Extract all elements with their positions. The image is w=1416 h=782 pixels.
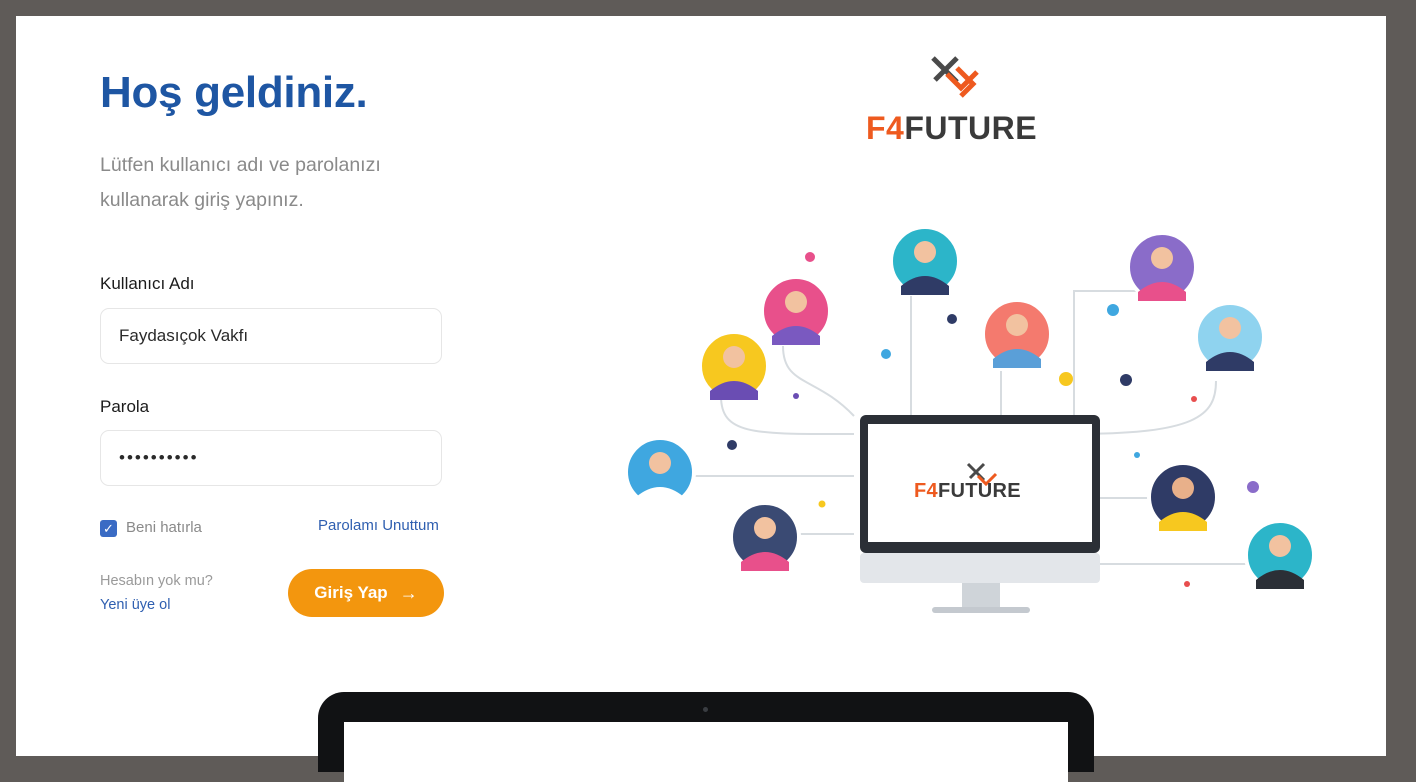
remember-me-checkbox[interactable]: ✓ — [100, 520, 117, 537]
username-label: Kullanıcı Adı — [100, 274, 195, 293]
remember-me-label: Beni hatırla — [126, 519, 202, 536]
network-illustration — [624, 225, 1316, 613]
brand-logo-suffix: FUTURE — [904, 110, 1038, 146]
laptop-bezel — [318, 692, 1094, 782]
monitor-logo-text: F4FUTURE — [914, 480, 1021, 503]
monitor-logo-suffix: FUTURE — [937, 480, 1021, 502]
check-icon: ✓ — [103, 521, 114, 536]
login-button[interactable]: Giriş Yap → — [288, 569, 444, 617]
webcam-icon — [703, 707, 708, 712]
password-input[interactable] — [100, 430, 442, 486]
login-button-label: Giriş Yap — [314, 583, 388, 602]
username-input[interactable] — [100, 308, 442, 364]
arrow-right-icon: → — [399, 582, 418, 603]
forgot-password-link[interactable]: Parolamı Unuttum — [318, 517, 439, 534]
brand-logo-text: F4FUTURE — [866, 110, 1037, 147]
login-page: Hoş geldiniz. Lütfen kullanıcı adı ve pa… — [16, 16, 1386, 756]
password-label: Parola — [100, 397, 150, 416]
welcome-heading: Hoş geldiniz. — [100, 68, 368, 117]
brand-logo-prefix: F4 — [866, 110, 905, 146]
no-account-text: Hesabın yok mu? — [100, 573, 213, 589]
login-instructions: Lütfen kullanıcı adı ve parolanızı kulla… — [100, 154, 381, 211]
signup-link[interactable]: Yeni üye ol — [100, 597, 170, 613]
monitor-logo-prefix: F4 — [914, 480, 938, 502]
f4-logo-mark-icon — [931, 56, 979, 98]
laptop-screen — [344, 722, 1068, 782]
